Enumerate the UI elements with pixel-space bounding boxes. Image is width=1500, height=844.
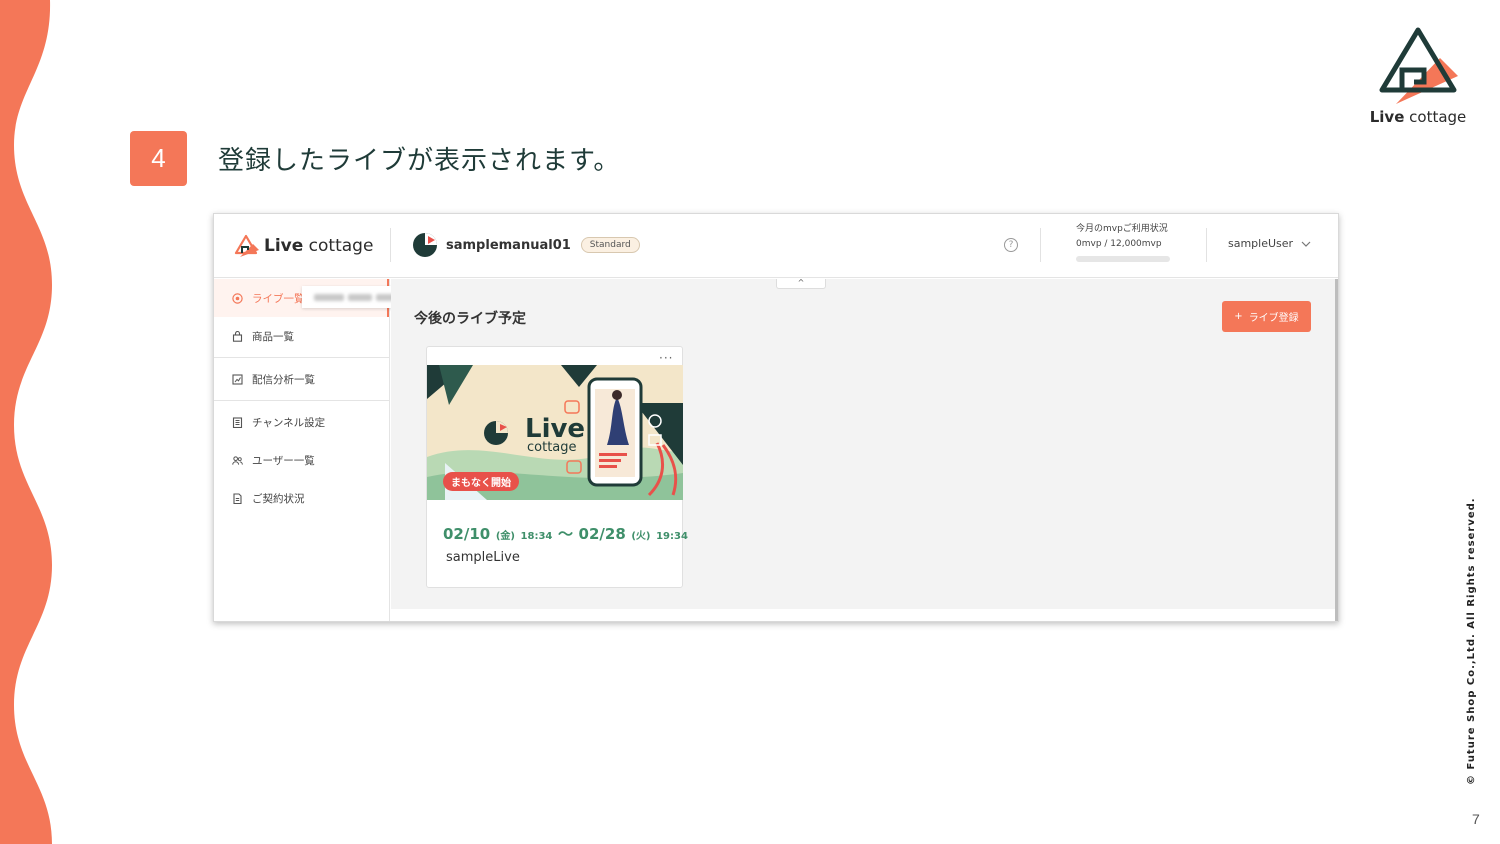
header-divider — [1040, 228, 1041, 262]
question-circle-icon[interactable]: ? — [1004, 238, 1018, 252]
start-date: 02/10 — [443, 525, 491, 543]
user-menu[interactable]: sampleUser — [1228, 237, 1311, 250]
live-icon — [232, 292, 243, 304]
sidebar-divider — [214, 400, 389, 401]
brand-logo: Live cottage — [1366, 24, 1470, 128]
sidebar-item-label: チャンネル設定 — [252, 416, 326, 429]
sidebar-item-label: 商品一覧 — [252, 330, 294, 343]
sidebar-divider — [214, 357, 389, 358]
header-divider — [1206, 228, 1207, 262]
sidebar-item-contract[interactable]: ご契約状況 — [214, 479, 389, 517]
schedule-separator: 〜 — [557, 525, 573, 543]
live-schedule: 02/10 (金) 18:34 〜 02/28 (火) 19:34 — [443, 523, 688, 544]
status-badge: まもなく開始 — [443, 472, 519, 491]
plan-badge: Standard — [580, 237, 640, 253]
live-name: sampleLive — [446, 550, 520, 565]
sidebar-item-label: ユーザー一覧 — [252, 454, 315, 467]
sidebar: ライブ一覧 商品一覧 配信分析一覧 チャンネル設定 ユーザー一覧 ご契約状況 — [214, 279, 390, 621]
app-logo[interactable]: Live cottage — [234, 234, 373, 258]
app-logo-text: Live cottage — [264, 236, 374, 256]
section-title: 今後のライブ予定 — [414, 311, 526, 327]
register-live-label: ライブ登録 — [1248, 313, 1299, 324]
more-options-icon[interactable]: ··· — [659, 351, 673, 365]
app-screenshot: Live cottage samplemanual01 Standard ? 今… — [213, 213, 1339, 622]
app-header: Live cottage samplemanual01 Standard ? 今… — [214, 214, 1338, 278]
channel-avatar-icon — [413, 233, 437, 257]
usage-status: 今月のmvpご利用状況 0mvp / 12,000mvp — [1076, 221, 1170, 262]
chevron-down-icon — [1301, 241, 1311, 247]
usage-value: 0mvp / 12,000mvp — [1076, 239, 1162, 249]
page-number: 7 — [1472, 811, 1480, 827]
building-icon — [232, 416, 243, 428]
sidebar-item-label: ご契約状況 — [252, 492, 305, 505]
decorative-wave — [0, 0, 52, 844]
header-divider — [390, 228, 391, 262]
users-icon — [232, 455, 243, 466]
live-card[interactable]: ··· Live cottage まもなく開始 02/10 (金) 18:34 … — [426, 346, 688, 588]
usage-label: 今月のmvpご利用状況 — [1076, 224, 1168, 234]
document-icon — [232, 492, 243, 504]
chart-icon — [232, 373, 243, 385]
end-day: (火) — [631, 531, 651, 542]
bag-icon — [232, 330, 243, 342]
copyright-text: © Future Shop Co.,Ltd. All Rights reserv… — [1466, 497, 1477, 785]
start-time: 18:34 — [520, 531, 553, 542]
brand-logo-text: Live cottage — [1369, 108, 1467, 126]
main-content: ^ 今後のライブ予定 + ライブ登録 ··· Live cottage まもなく… — [391, 279, 1336, 609]
house-logo-icon — [234, 234, 259, 257]
user-name: sampleUser — [1228, 237, 1294, 250]
step-number-badge: 4 — [130, 131, 187, 186]
house-logo-icon — [1379, 27, 1458, 104]
end-time: 19:34 — [656, 531, 688, 542]
end-date: 02/28 — [578, 525, 626, 543]
sidebar-item-analytics[interactable]: 配信分析一覧 — [214, 360, 389, 398]
scrollbar[interactable] — [1335, 279, 1338, 621]
channel-selector[interactable]: samplemanual01 Standard — [412, 232, 640, 258]
usage-progress-bar — [1076, 256, 1170, 262]
channel-name: samplemanual01 — [446, 237, 571, 253]
register-live-button[interactable]: + ライブ登録 — [1222, 301, 1311, 332]
sidebar-item-products[interactable]: 商品一覧 — [214, 317, 389, 355]
thumbnail-subtitle: cottage — [527, 440, 577, 455]
sidebar-item-users[interactable]: ユーザー一覧 — [214, 441, 389, 479]
sidebar-item-label: 配信分析一覧 — [252, 373, 315, 386]
step-instruction: 登録したライブが表示されます。 — [218, 146, 621, 176]
sidebar-item-label: ライブ一覧 — [252, 292, 305, 305]
sidebar-item-channel-settings[interactable]: チャンネル設定 — [214, 403, 389, 441]
start-day: (金) — [495, 531, 515, 542]
collapse-header-button[interactable]: ^ — [776, 279, 826, 289]
plus-icon: + — [1234, 311, 1243, 322]
